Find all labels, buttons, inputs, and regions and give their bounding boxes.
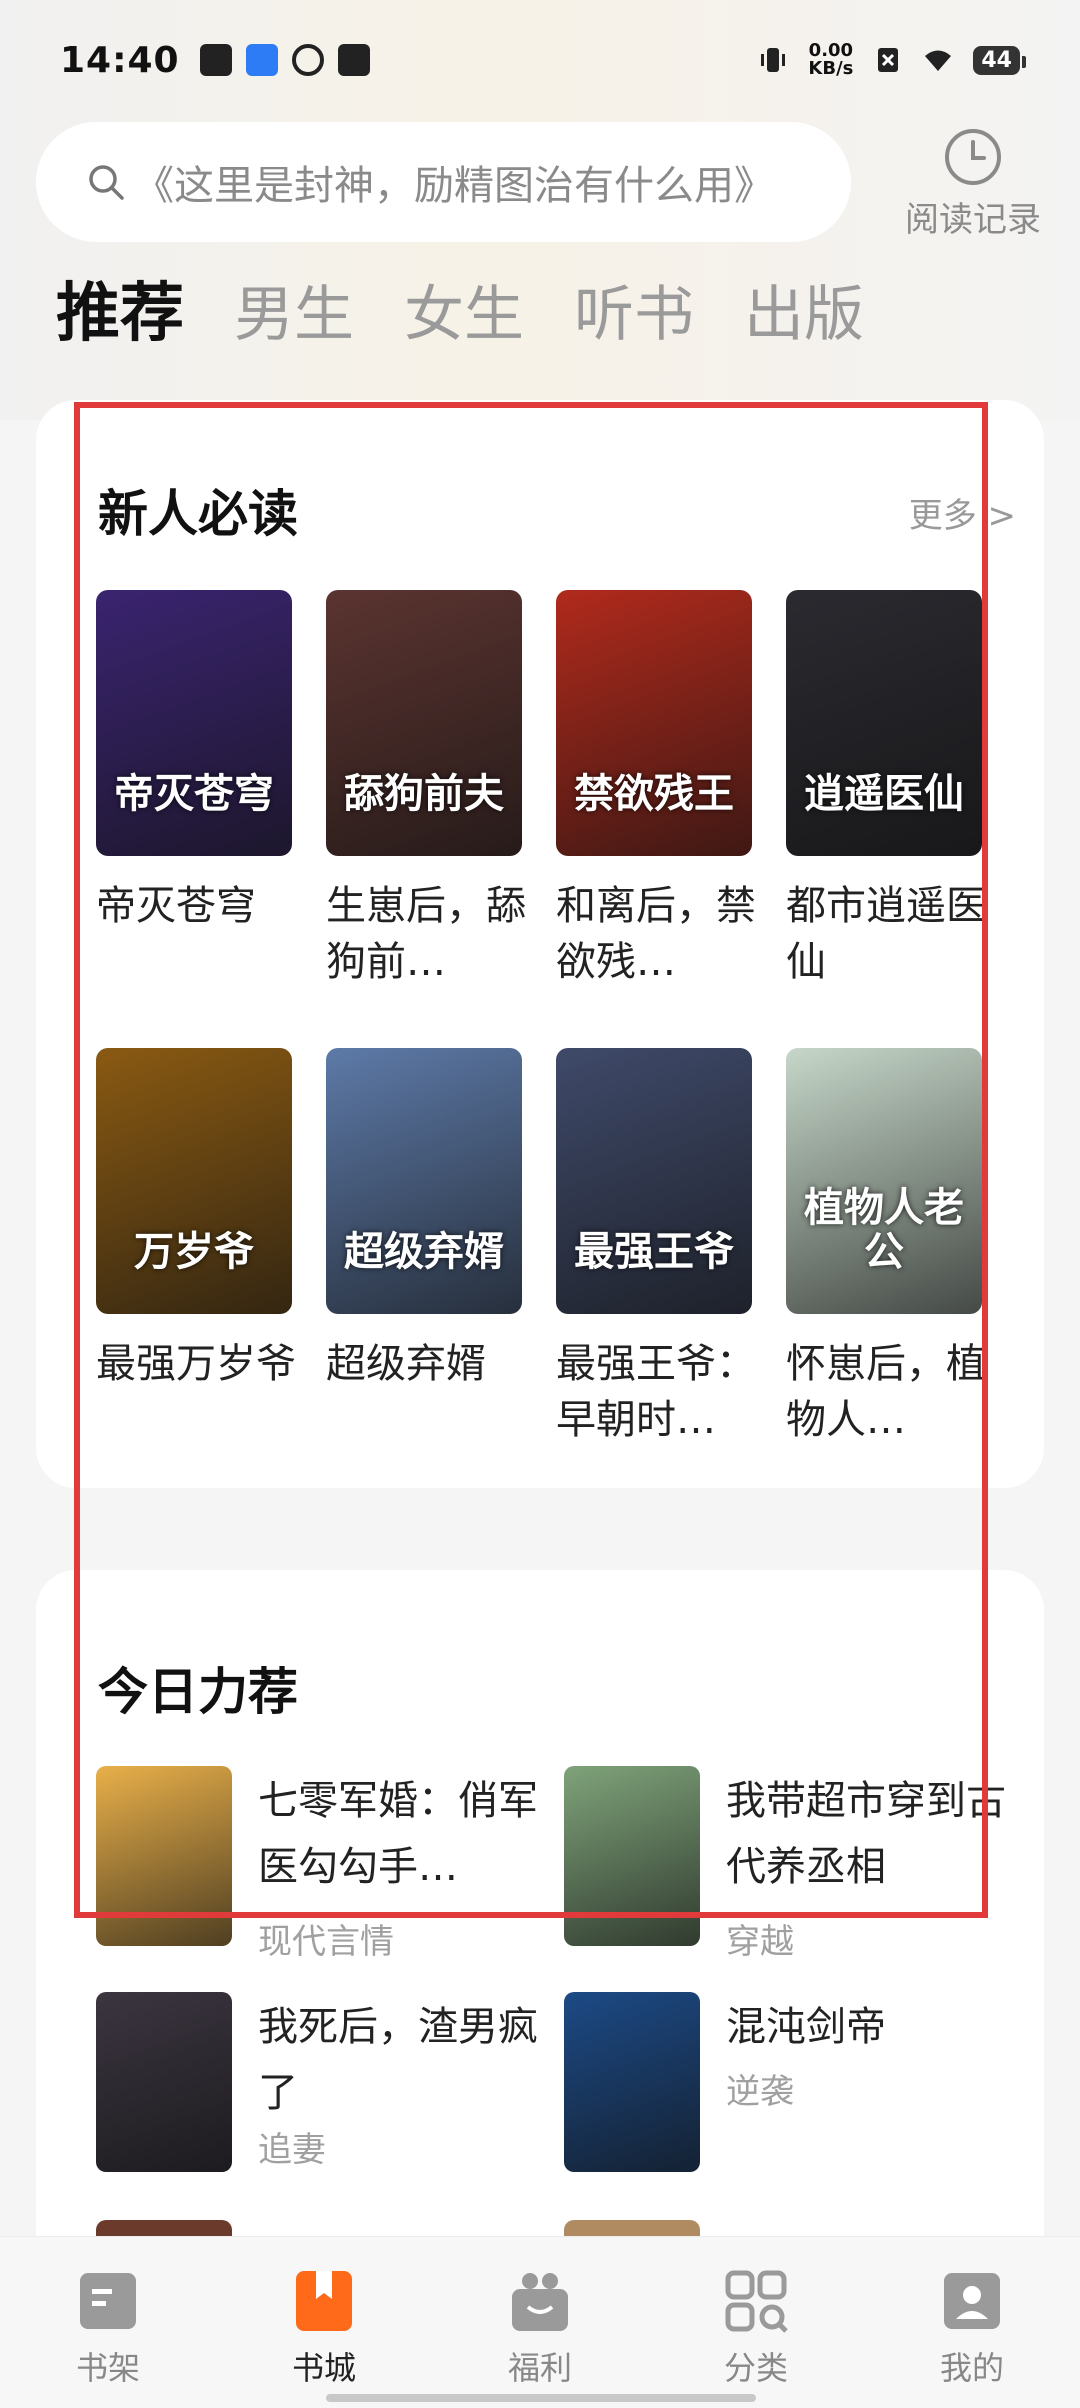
book-genre-tag: 逆袭 bbox=[726, 2072, 794, 2112]
nav-bookshelf-label: 书架 bbox=[75, 2349, 140, 2387]
bookshelf-icon bbox=[80, 2273, 136, 2329]
wifi-icon bbox=[925, 50, 952, 71]
book-cover: 超级弃婿 bbox=[326, 1048, 522, 1314]
tab-male[interactable]: 男生 bbox=[234, 266, 354, 353]
book-title: 和离后，禁欲残… bbox=[556, 883, 756, 985]
tab-recommend[interactable]: 推荐 bbox=[56, 262, 184, 354]
status-time: 14:40 bbox=[60, 39, 180, 81]
book-cover: 逍遥医仙 bbox=[786, 590, 982, 856]
book-title: 怀崽后，植物人… bbox=[786, 1341, 986, 1443]
nav-welfare[interactable]: 福利 bbox=[450, 2267, 630, 2389]
nav-bookstore-label: 书城 bbox=[291, 2349, 356, 2387]
book-genre-tag: 追妻 bbox=[258, 2130, 326, 2170]
cover-text: 逍遥医仙 bbox=[804, 770, 964, 817]
status-app-icons bbox=[199, 44, 370, 76]
newcomer-section: 新人必读 更多 > 帝灭苍穹 帝灭苍穹 舔狗前夫 生崽后，舔狗前… 禁欲残王 和… bbox=[36, 400, 1044, 1488]
tiktok-icon bbox=[199, 44, 232, 76]
book-genre-tag: 穿越 bbox=[726, 1922, 794, 1962]
book-cover: 万岁爷 bbox=[96, 1048, 292, 1314]
book-item[interactable]: 植物人老公 怀崽后，植物人… bbox=[786, 1048, 986, 1448]
book-cover: 帝灭苍穹 bbox=[96, 590, 292, 856]
nav-profile-label: 我的 bbox=[939, 2349, 1004, 2387]
status-bar: 14:40 0.00 KB/s 44 bbox=[0, 0, 1080, 120]
nav-profile[interactable]: 我的 bbox=[882, 2267, 1062, 2389]
gift-icon bbox=[512, 2273, 568, 2331]
book-cover: 最强王爷 bbox=[556, 1048, 752, 1314]
tab-publishing[interactable]: 出版 bbox=[744, 266, 864, 353]
recommend-item[interactable]: 七零军婚：俏军医勾勾手… 现代言情 bbox=[96, 1766, 556, 1962]
cover-text: 万岁爷 bbox=[134, 1228, 254, 1275]
section-title: 今日力荐 bbox=[98, 1663, 298, 1721]
book-title: 我带超市穿到古代养丞相 bbox=[726, 1778, 1006, 1890]
nav-welfare-label: 福利 bbox=[507, 2349, 572, 2387]
book-cover: 禁欲残王 bbox=[556, 590, 752, 856]
category-tabs: 推荐 男生 女生 听书 出版 bbox=[56, 262, 864, 354]
book-item[interactable]: 超级弃婿 超级弃婿 bbox=[326, 1048, 522, 1392]
cover-text: 舔狗前夫 bbox=[344, 770, 504, 817]
book-title: 七零军婚：俏军医勾勾手… bbox=[258, 1778, 538, 1890]
network-speed-unit: KB/s bbox=[808, 58, 854, 79]
book-cover bbox=[564, 1992, 700, 2172]
recommend-item[interactable]: 混沌剑帝 逆袭 bbox=[564, 1992, 1024, 2182]
book-item[interactable]: 万岁爷 最强万岁爷 bbox=[96, 1048, 296, 1392]
status-indicators: 0.00 KB/s 44 bbox=[758, 42, 1026, 78]
book-title: 都市逍遥医仙 bbox=[786, 883, 986, 985]
book-cover: 舔狗前夫 bbox=[326, 590, 522, 856]
cover-text: 帝灭苍穹 bbox=[114, 770, 274, 817]
vibrate-icon bbox=[761, 48, 786, 72]
nav-category[interactable]: 分类 bbox=[666, 2267, 846, 2389]
recommend-item[interactable]: 我死后，渣男疯了 追妻 bbox=[96, 1992, 556, 2182]
search-input[interactable]: 《这里是封神，励精图治有什么用》 bbox=[36, 122, 851, 242]
nav-bookshelf[interactable]: 书架 bbox=[18, 2267, 198, 2389]
book-title: 我死后，渣男疯了 bbox=[258, 2004, 538, 2116]
tab-audiobook[interactable]: 听书 bbox=[574, 266, 694, 353]
clock-icon bbox=[945, 129, 1001, 185]
sim-off-icon bbox=[878, 48, 899, 72]
category-grid-icon bbox=[725, 2270, 788, 2333]
recommend-item[interactable]: 我带超市穿到古代养丞相 穿越 bbox=[564, 1766, 1024, 1962]
cover-text: 植物人老公 bbox=[804, 1184, 964, 1275]
link-icon bbox=[291, 44, 324, 76]
cover-text: 禁欲残王 bbox=[574, 770, 734, 817]
home-indicator bbox=[326, 2394, 756, 2402]
book-cover bbox=[96, 1766, 232, 1946]
book-cover bbox=[96, 1992, 232, 2172]
book-genre-tag: 现代言情 bbox=[258, 1922, 394, 1962]
bookstore-icon bbox=[296, 2271, 352, 2331]
book-title: 混沌剑帝 bbox=[726, 2004, 886, 2050]
mail-icon bbox=[337, 44, 370, 76]
book-item[interactable]: 最强王爷 最强王爷：早朝时… bbox=[556, 1048, 756, 1448]
reading-history-label: 阅读记录 bbox=[905, 200, 1041, 240]
book-title: 最强王爷：早朝时… bbox=[556, 1341, 756, 1443]
cover-text: 超级弃婿 bbox=[344, 1228, 504, 1275]
book-title: 超级弃婿 bbox=[326, 1341, 486, 1387]
app-notification-icon bbox=[245, 44, 278, 76]
cover-text: 最强王爷 bbox=[574, 1228, 734, 1275]
nav-category-label: 分类 bbox=[723, 2349, 788, 2387]
battery-indicator: 44 bbox=[973, 45, 1026, 75]
book-item[interactable]: 禁欲残王 和离后，禁欲残… bbox=[556, 590, 756, 990]
section-title: 新人必读 bbox=[98, 485, 298, 543]
search-icon bbox=[89, 165, 124, 200]
book-item[interactable]: 逍遥医仙 都市逍遥医仙 bbox=[786, 590, 986, 990]
bottom-nav: 书架 书城 福利 分类 我的 bbox=[0, 2236, 1080, 2408]
book-item[interactable]: 舔狗前夫 生崽后，舔狗前… bbox=[326, 590, 526, 990]
reading-history-button[interactable]: 阅读记录 bbox=[898, 126, 1048, 241]
book-cover bbox=[564, 1766, 700, 1946]
search-placeholder: 《这里是封神，励精图治有什么用》 bbox=[134, 163, 774, 209]
book-title: 帝灭苍穹 bbox=[96, 883, 256, 929]
book-title: 最强万岁爷 bbox=[96, 1341, 296, 1387]
book-title: 生崽后，舔狗前… bbox=[326, 883, 526, 985]
profile-icon bbox=[944, 2273, 1000, 2329]
nav-bookstore[interactable]: 书城 bbox=[234, 2267, 414, 2389]
network-speed: 0.00 KB/s bbox=[808, 42, 853, 78]
book-cover: 植物人老公 bbox=[786, 1048, 982, 1314]
more-link[interactable]: 更多 > bbox=[909, 488, 1016, 537]
book-item[interactable]: 帝灭苍穹 帝灭苍穹 bbox=[96, 590, 292, 934]
tab-female[interactable]: 女生 bbox=[404, 266, 524, 353]
